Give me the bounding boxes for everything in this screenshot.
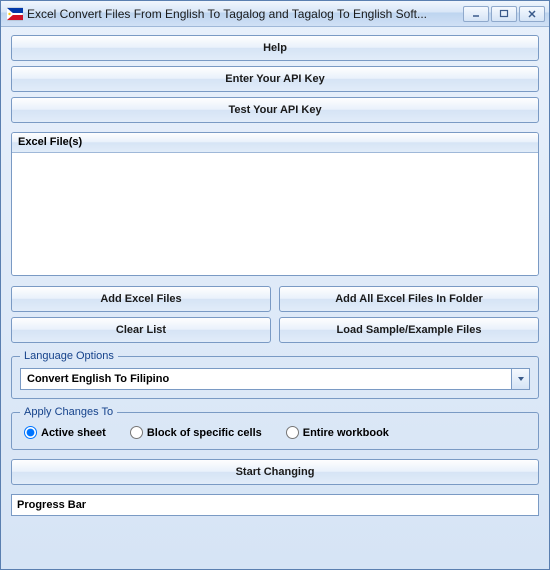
language-options-group: Language Options Convert English To Fili… [11, 350, 539, 399]
file-buttons-row-2: Clear List Load Sample/Example Files [11, 317, 539, 343]
radio-block-cells-label: Block of specific cells [147, 427, 262, 439]
maximize-button[interactable] [491, 6, 517, 22]
radio-entire-workbook-label: Entire workbook [303, 427, 389, 439]
progress-label: Progress Bar [17, 499, 86, 511]
radio-block-cells[interactable]: Block of specific cells [130, 426, 262, 439]
progress-bar: Progress Bar [11, 494, 539, 516]
client-area: Help Enter Your API Key Test Your API Ke… [1, 27, 549, 569]
clear-list-button[interactable]: Clear List [11, 317, 271, 343]
test-api-key-button[interactable]: Test Your API Key [11, 97, 539, 123]
load-sample-button[interactable]: Load Sample/Example Files [279, 317, 539, 343]
window-title: Excel Convert Files From English To Taga… [27, 7, 463, 21]
language-combo[interactable]: Convert English To Filipino [20, 368, 530, 390]
help-button[interactable]: Help [11, 35, 539, 61]
file-list-container: Excel File(s) [11, 132, 539, 276]
app-window: Excel Convert Files From English To Taga… [0, 0, 550, 570]
enter-api-key-button[interactable]: Enter Your API Key [11, 66, 539, 92]
window-controls [463, 6, 545, 22]
radio-entire-workbook[interactable]: Entire workbook [286, 426, 389, 439]
app-icon [7, 6, 23, 22]
chevron-down-icon [511, 369, 529, 389]
start-changing-button[interactable]: Start Changing [11, 459, 539, 485]
radio-block-cells-input[interactable] [130, 426, 143, 439]
file-buttons-row-1: Add Excel Files Add All Excel Files In F… [11, 286, 539, 312]
titlebar: Excel Convert Files From English To Taga… [1, 1, 549, 27]
radio-entire-workbook-input[interactable] [286, 426, 299, 439]
add-excel-files-button[interactable]: Add Excel Files [11, 286, 271, 312]
add-all-folder-button[interactable]: Add All Excel Files In Folder [279, 286, 539, 312]
close-button[interactable] [519, 6, 545, 22]
radio-active-sheet-input[interactable] [24, 426, 37, 439]
file-list-header: Excel File(s) [12, 133, 538, 153]
minimize-button[interactable] [463, 6, 489, 22]
file-list[interactable] [12, 153, 538, 275]
radio-active-sheet[interactable]: Active sheet [24, 426, 106, 439]
apply-changes-legend: Apply Changes To [20, 406, 117, 418]
apply-radio-group: Active sheet Block of specific cells Ent… [20, 424, 530, 441]
radio-active-sheet-label: Active sheet [41, 427, 106, 439]
language-options-legend: Language Options [20, 350, 118, 362]
language-combo-value: Convert English To Filipino [27, 373, 169, 385]
apply-changes-group: Apply Changes To Active sheet Block of s… [11, 406, 539, 450]
